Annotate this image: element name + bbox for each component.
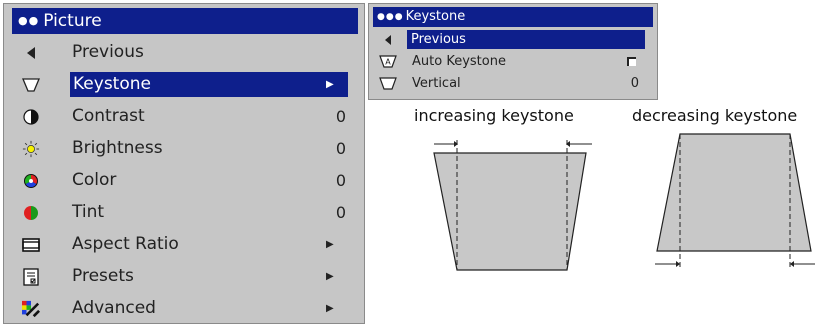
menu-item-label: Presets	[72, 266, 134, 286]
menu-item-value: 0	[335, 139, 346, 158]
advanced-icon	[22, 300, 40, 318]
menu-item-value: 0	[335, 171, 346, 190]
submenu-item-vertical[interactable]: Vertical 0	[369, 73, 657, 94]
menu-item-label: Color	[72, 170, 117, 190]
menu-item-label: Previous	[72, 42, 144, 62]
menu-item-tint[interactable]: Tint 0	[4, 197, 364, 228]
keystone-submenu-title: ●●● Keystone	[373, 7, 653, 27]
menu-item-label: Aspect Ratio	[72, 234, 179, 254]
submenu-item-value: 0	[630, 76, 639, 91]
menu-level-dots-icon: ●●	[18, 14, 40, 27]
brightness-icon	[22, 140, 40, 158]
left-arrow-icon	[22, 44, 40, 62]
aspect-ratio-icon	[22, 236, 40, 254]
tint-icon	[22, 204, 40, 222]
presets-icon	[22, 268, 40, 286]
keystone-submenu: ●●● Keystone Previous A Auto Keystone Ver…	[368, 3, 658, 100]
increasing-keystone-label: increasing keystone	[414, 106, 574, 125]
menu-item-value: 0	[335, 107, 346, 126]
submenu-arrow-icon: ▶	[326, 271, 334, 282]
keystone-icon	[22, 76, 40, 94]
auto-keystone-icon: A	[379, 54, 397, 69]
decreasing-keystone-label: decreasing keystone	[632, 106, 798, 125]
menu-item-presets[interactable]: Presets ▶	[4, 261, 364, 292]
increasing-keystone-diagram	[433, 140, 592, 271]
decreasing-keystone-diagram	[655, 133, 815, 270]
left-arrow-icon	[379, 32, 397, 47]
submenu-item-label: Vertical	[412, 76, 461, 91]
submenu-arrow-icon: ▶	[326, 79, 334, 90]
submenu-arrow-icon: ▶	[326, 303, 334, 314]
submenu-item-label: Auto Keystone	[412, 54, 506, 69]
submenu-item-auto-keystone[interactable]: A Auto Keystone	[369, 51, 657, 72]
menu-item-color[interactable]: Color 0	[4, 165, 364, 196]
menu-item-advanced[interactable]: Advanced ▶	[4, 293, 364, 324]
keystone-submenu-title-text: Keystone	[405, 9, 466, 24]
menu-item-label: Advanced	[72, 298, 156, 318]
submenu-arrow-icon: ▶	[326, 239, 334, 250]
menu-item-brightness[interactable]: Brightness 0	[4, 133, 364, 164]
menu-item-keystone[interactable]: Keystone ▶	[4, 69, 364, 100]
menu-item-label: Keystone	[70, 72, 348, 97]
menu-item-label: Contrast	[72, 106, 145, 126]
menu-item-label: Tint	[72, 202, 105, 222]
menu-level-dots-icon: ●●●	[377, 12, 404, 22]
menu-item-value: 0	[335, 203, 346, 222]
svg-text:A: A	[385, 58, 391, 67]
color-icon	[22, 172, 40, 190]
menu-item-label: Brightness	[72, 138, 163, 158]
submenu-item-previous[interactable]: Previous	[369, 29, 657, 50]
auto-keystone-checkbox[interactable]	[627, 57, 636, 66]
picture-menu: ●● Picture Previous Keystone ▶ Contrast 0	[3, 3, 365, 324]
submenu-item-label: Previous	[407, 30, 645, 49]
picture-menu-title: ●● Picture	[12, 8, 358, 34]
menu-item-previous[interactable]: Previous	[4, 37, 364, 68]
menu-item-aspect-ratio[interactable]: Aspect Ratio ▶	[4, 229, 364, 260]
keystone-icon	[379, 76, 397, 91]
picture-menu-title-text: Picture	[43, 11, 102, 31]
menu-item-contrast[interactable]: Contrast 0	[4, 101, 364, 132]
contrast-icon	[22, 108, 40, 126]
